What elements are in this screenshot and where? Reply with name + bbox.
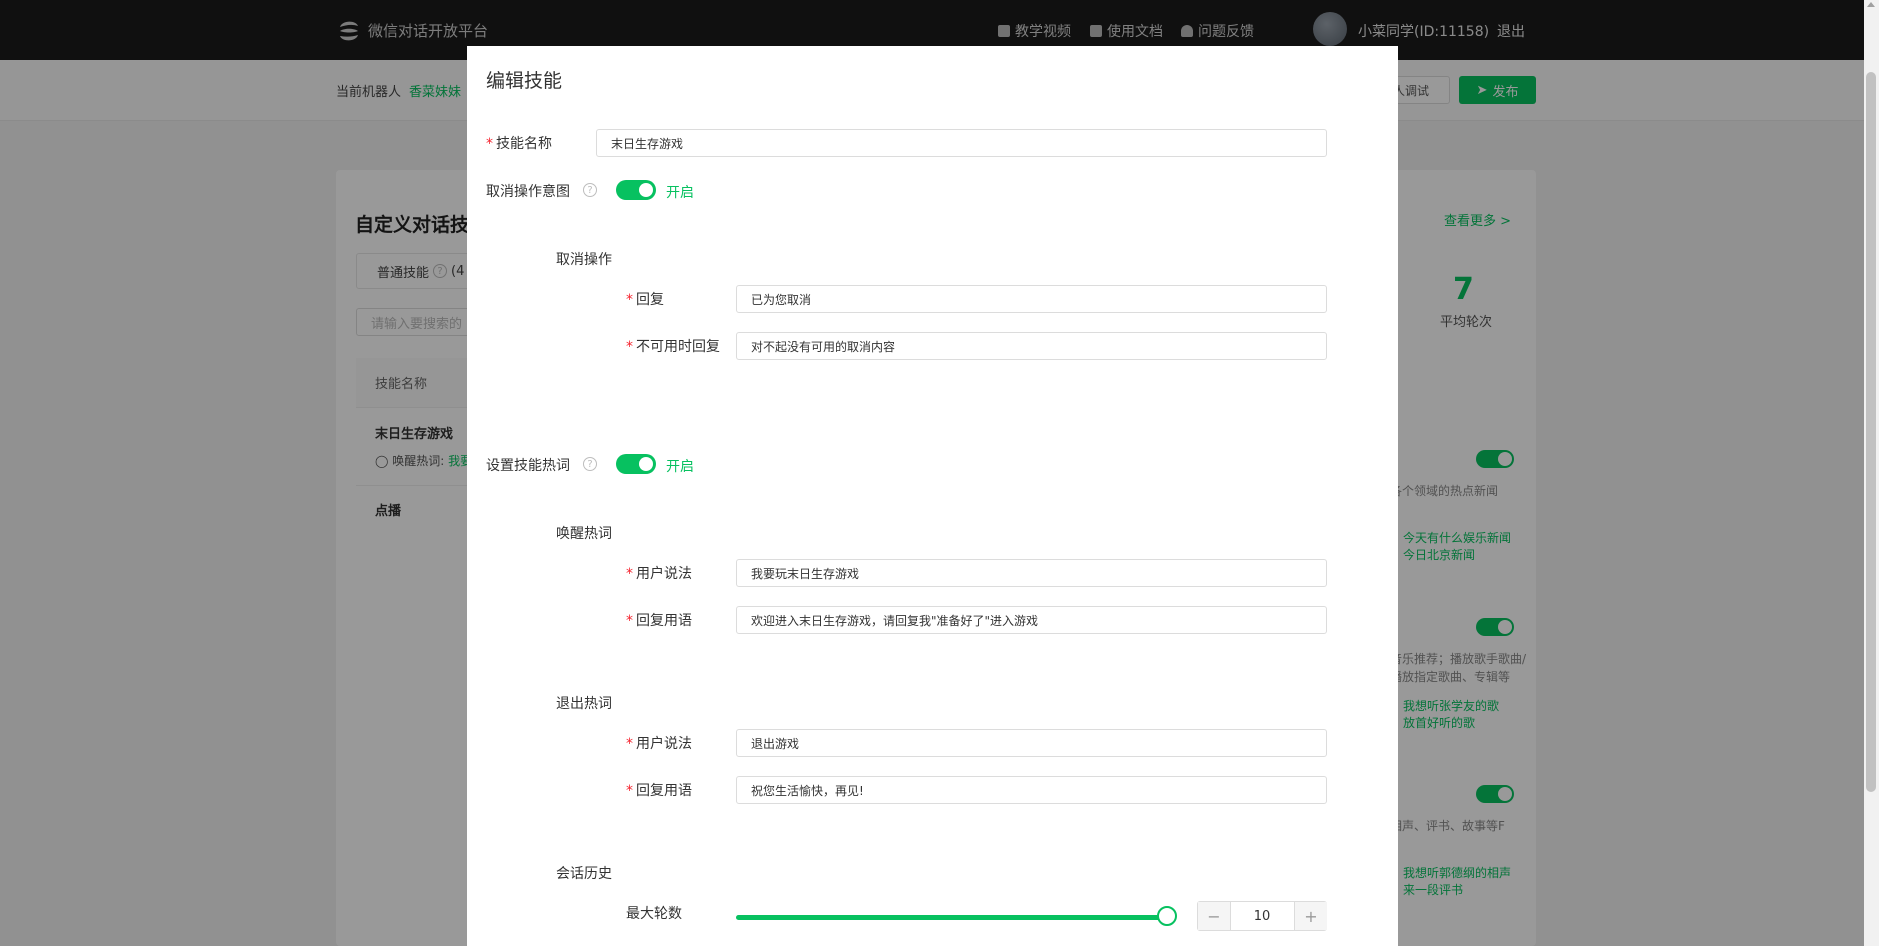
increment-button[interactable]: + (1294, 902, 1327, 930)
help-icon[interactable]: ? (583, 457, 597, 471)
max-turns-slider-handle[interactable] (1157, 906, 1177, 926)
wake-section-title: 唤醒热词 (556, 526, 612, 542)
cancel-intent-toggle[interactable] (616, 180, 656, 200)
hotword-label: 设置技能热词 (486, 458, 570, 474)
exit-user-input[interactable]: 退出游戏 (736, 729, 1327, 757)
edit-skill-modal (467, 46, 1398, 946)
wake-reply-label: * 回复用语 (626, 613, 692, 629)
max-turns-slider[interactable] (736, 915, 1168, 920)
max-turns-value[interactable]: 10 (1231, 902, 1293, 930)
skill-name-label: * 技能名称 (486, 136, 552, 152)
skill-name-input[interactable]: 末日生存游戏 (596, 129, 1327, 157)
hotword-state: 开启 (666, 459, 694, 475)
cancel-section-title: 取消操作 (556, 252, 612, 268)
wake-user-label: * 用户说法 (626, 566, 692, 582)
wake-reply-input[interactable]: 欢迎进入末日生存游戏，请回复我"准备好了"进入游戏 (736, 606, 1327, 634)
cancel-intent-label: 取消操作意图 (486, 184, 570, 200)
exit-user-label: * 用户说法 (626, 736, 692, 752)
cancel-intent-state: 开启 (666, 185, 694, 201)
wake-user-input[interactable]: 我要玩末日生存游戏 (736, 559, 1327, 587)
reply-label: * 回复 (626, 292, 664, 308)
exit-section-title: 退出热词 (556, 696, 612, 712)
modal-title: 编辑技能 (486, 70, 563, 92)
scrollbar-thumb[interactable] (1866, 72, 1876, 792)
help-icon[interactable]: ? (583, 183, 597, 197)
exit-reply-label: * 回复用语 (626, 783, 692, 799)
max-turns-stepper: − 10 + (1197, 901, 1327, 931)
unavailable-reply-label: * 不可用时回复 (626, 339, 720, 355)
hotword-toggle[interactable] (616, 454, 656, 474)
reply-input[interactable]: 已为您取消 (736, 285, 1327, 313)
max-turns-label: 最大轮数 (626, 906, 682, 922)
exit-reply-input[interactable]: 祝您生活愉快，再见! (736, 776, 1327, 804)
scroll-up-arrow-icon[interactable] (1867, 2, 1875, 7)
history-section-title: 会话历史 (556, 866, 612, 882)
decrement-button[interactable]: − (1198, 902, 1231, 930)
unavailable-reply-input[interactable]: 对不起没有可用的取消内容 (736, 332, 1327, 360)
